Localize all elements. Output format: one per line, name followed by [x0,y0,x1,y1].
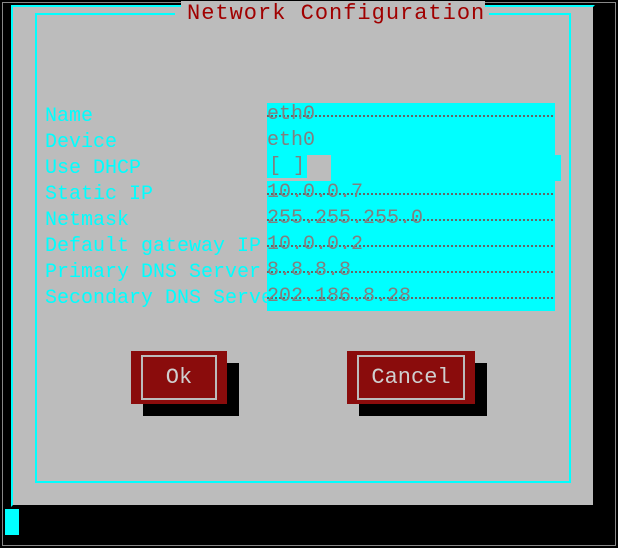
ok-button[interactable]: Ok [131,351,227,404]
input-dns2[interactable]: 202.186.8.28 [267,285,555,311]
input-static-ip[interactable]: 10.0.0.7 [267,181,555,207]
frame-right [569,13,571,483]
row-use-dhcp: Use DHCP [ ] [45,155,561,181]
cancel-button-label: Cancel [365,361,456,394]
cancel-button-wrap: Cancel [347,351,475,404]
row-netmask: Netmask 255.255.255.0 [45,207,561,233]
ok-button-wrap: Ok [131,351,227,404]
label-gateway: Default gateway IP [45,235,267,258]
row-dns2: Secondary DNS Server 202.186.8.28 [45,285,561,311]
row-device: Device eth0 [45,129,561,155]
network-config-dialog: Network Configuration Name eth0 Device e… [11,5,595,507]
input-netmask[interactable]: 255.255.255.0 [267,207,555,233]
label-device: Device [45,131,267,154]
cancel-button[interactable]: Cancel [347,351,475,404]
button-bar: Ok Cancel [11,351,595,404]
form: Name eth0 Device eth0 Use DHCP [ ] [45,103,561,311]
edge-accent [5,509,19,535]
checkbox-use-dhcp[interactable]: [ ] [267,155,561,181]
title-rule-right [489,13,571,15]
frame-bottom [35,481,571,483]
label-name: Name [45,105,267,128]
input-gateway[interactable]: 10.0.0.2 [267,233,555,259]
row-static-ip: Static IP 10.0.0.7 [45,181,561,207]
row-name: Name eth0 [45,103,561,129]
label-dns1: Primary DNS Server [45,261,267,284]
app-window: Network Configuration Name eth0 Device e… [2,2,616,546]
dialog-title: Network Configuration [181,1,485,26]
input-device[interactable]: eth0 [267,129,555,155]
label-use-dhcp: Use DHCP [45,157,267,180]
checkbox-tail [331,155,561,181]
label-dns2: Secondary DNS Server [45,287,267,310]
label-netmask: Netmask [45,209,267,232]
row-gateway: Default gateway IP 10.0.0.2 [45,233,561,259]
title-rule-left [35,13,175,15]
bottom-bar [21,517,609,539]
input-dns1[interactable]: 8.8.8.8 [267,259,555,285]
ok-button-label: Ok [160,361,198,394]
label-static-ip: Static IP [45,183,267,206]
row-dns1: Primary DNS Server 8.8.8.8 [45,259,561,285]
frame-left [35,13,37,483]
input-name[interactable]: eth0 [267,103,555,129]
checkbox-box[interactable]: [ ] [267,155,307,178]
